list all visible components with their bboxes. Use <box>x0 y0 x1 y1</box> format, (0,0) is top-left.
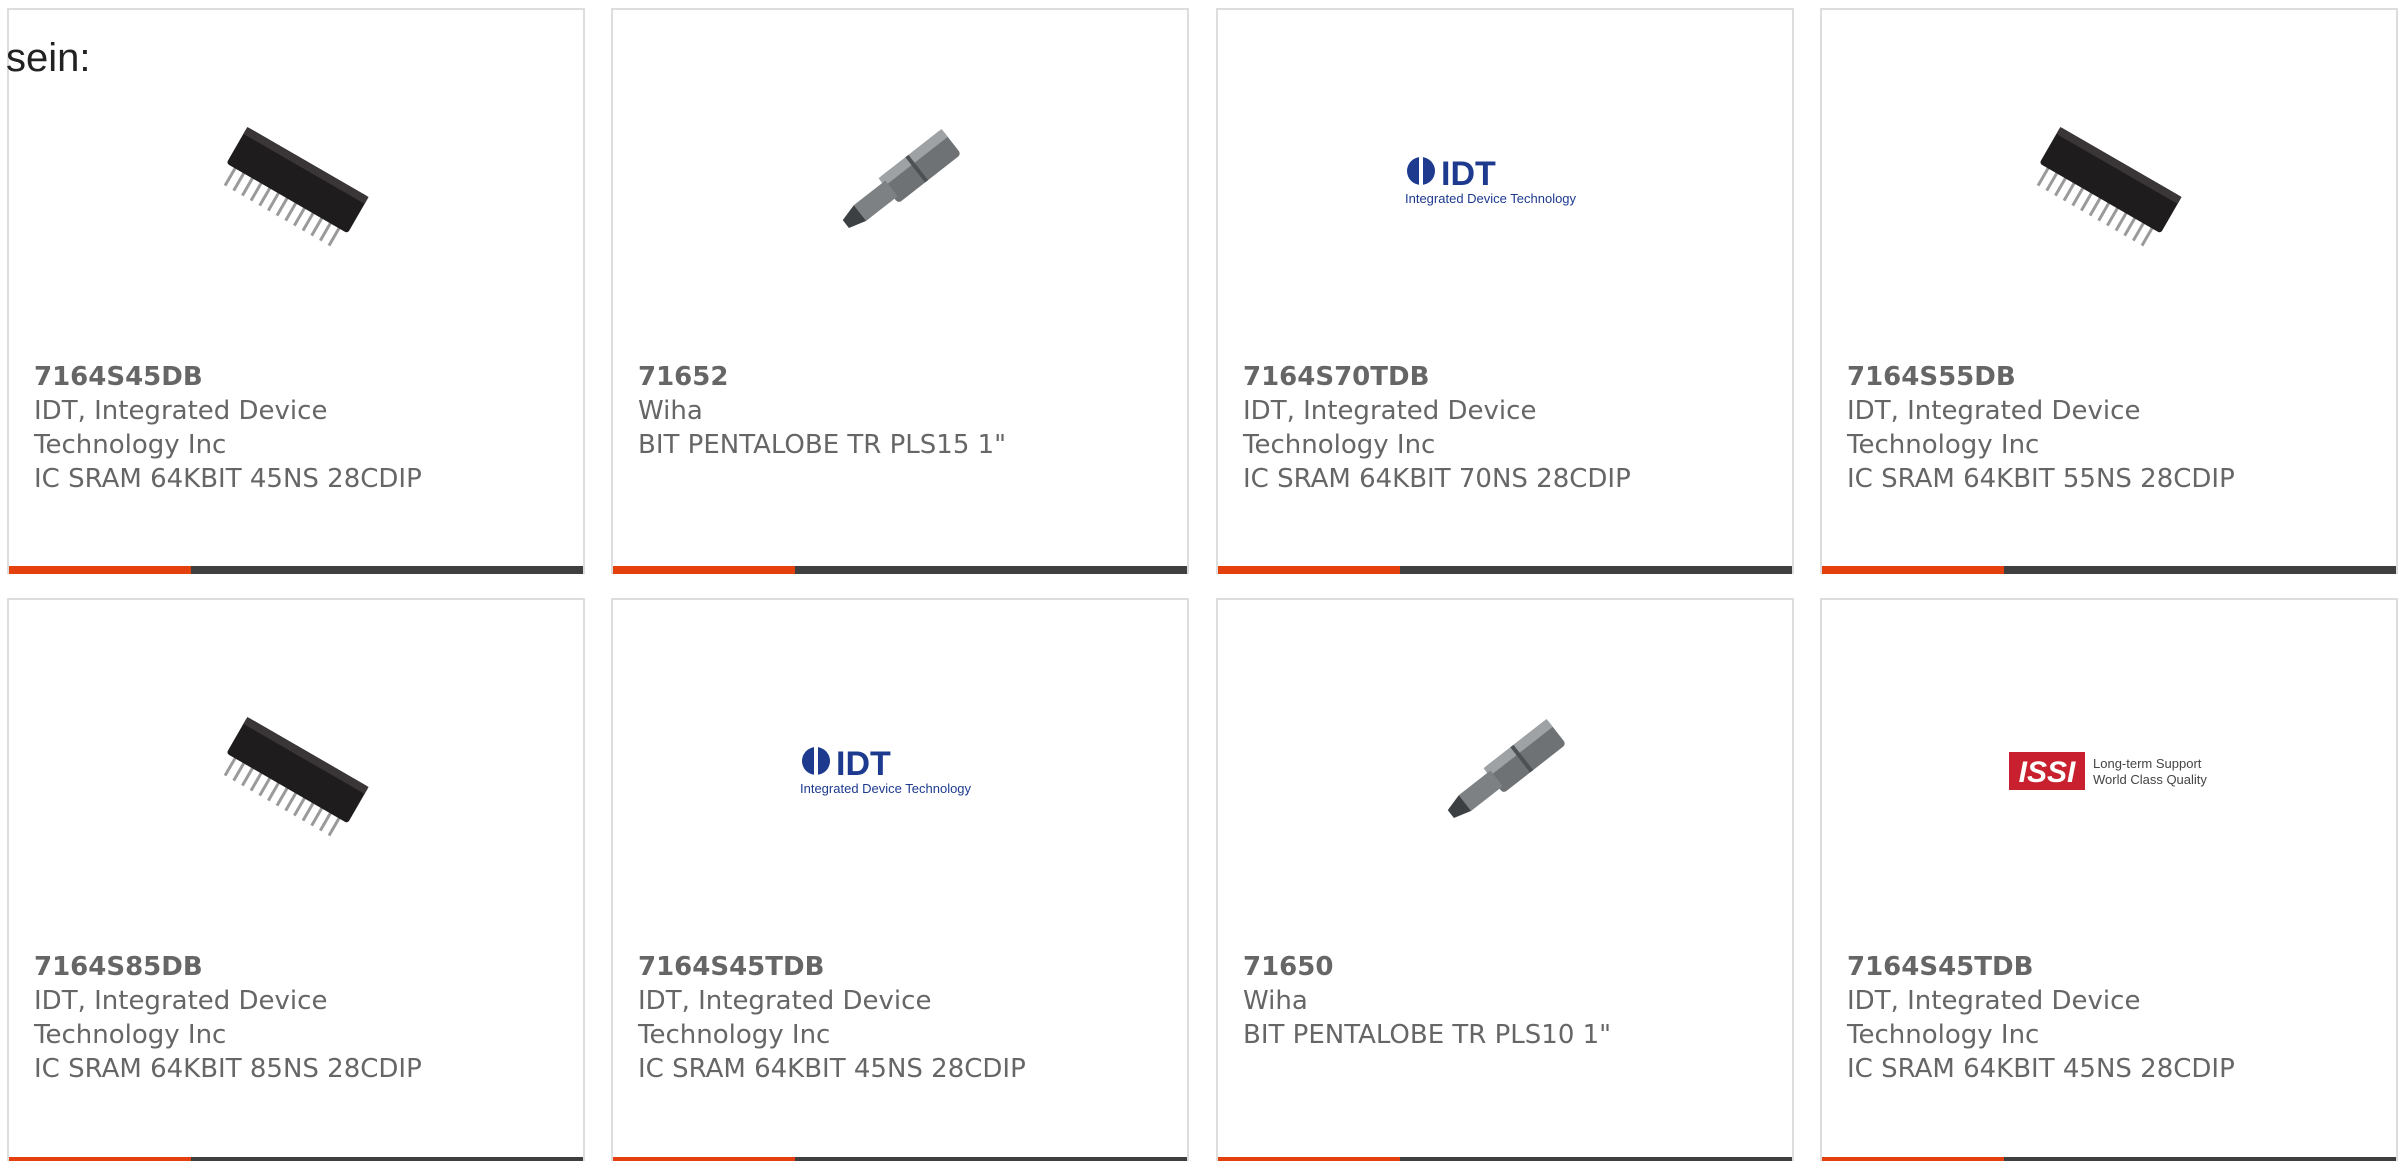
card-footer-bar <box>1218 566 1792 574</box>
part-number[interactable]: 71652 <box>638 360 1177 394</box>
part-number[interactable]: 7164S45TDB <box>1847 950 2386 984</box>
accent-stripe <box>1822 566 2004 574</box>
part-number[interactable]: 7164S45DB <box>34 360 573 394</box>
product-info: 7164S70TDB IDT, Integrated Device Techno… <box>1243 360 1782 496</box>
manufacturer: Wiha <box>638 396 703 426</box>
idt-logo-text: IDT <box>836 745 891 783</box>
description: IC SRAM 64KBIT 45NS 28CDIP <box>1847 1054 2235 1084</box>
description: IC SRAM 64KBIT 55NS 28CDIP <box>1847 464 2235 494</box>
idt-tagline: Integrated Device Technology <box>800 781 972 796</box>
card-footer-bar <box>1218 1157 1792 1161</box>
product-image[interactable] <box>2007 78 2213 284</box>
description: IC SRAM 64KBIT 70NS 28CDIP <box>1243 464 1631 494</box>
part-number[interactable]: 7164S85DB <box>34 950 573 984</box>
idt-logo: IDT Integrated Device Technology <box>1405 155 1577 206</box>
dip-chip-icon <box>223 716 369 837</box>
manufacturer: IDT, Integrated Device Technology Inc <box>638 986 932 1050</box>
description: IC SRAM 64KBIT 45NS 28CDIP <box>34 464 422 494</box>
card-footer-bar <box>9 566 583 574</box>
dip-chip-icon <box>2036 126 2182 247</box>
card-footer-bar <box>1822 1157 2396 1161</box>
manufacturer: IDT, Integrated Device Technology Inc <box>1243 396 1537 460</box>
product-image[interactable] <box>194 668 400 874</box>
description: BIT PENTALOBE TR PLS15 1" <box>638 430 1007 460</box>
product-info: 7164S45DB IDT, Integrated Device Technol… <box>34 360 573 496</box>
product-info: 71652 Wiha BIT PENTALOBE TR PLS15 1" <box>638 360 1177 462</box>
product-card[interactable]: 71650 Wiha BIT PENTALOBE TR PLS10 1" <box>1216 598 1794 1161</box>
screwdriver-bit-icon <box>842 128 960 229</box>
product-card[interactable]: ISSI Long-term Support World Class Quali… <box>1820 598 2398 1161</box>
product-image[interactable] <box>194 78 400 284</box>
accent-stripe <box>9 566 191 574</box>
issi-tagline-1: Long-term Support <box>2093 756 2202 771</box>
manufacturer: IDT, Integrated Device Technology Inc <box>34 396 328 460</box>
accent-stripe <box>9 1157 191 1161</box>
manufacturer: Wiha <box>1243 986 1308 1016</box>
part-number[interactable]: 7164S70TDB <box>1243 360 1782 394</box>
product-info: 7164S85DB IDT, Integrated Device Technol… <box>34 950 573 1086</box>
accent-stripe <box>613 566 795 574</box>
product-image[interactable]: IDT Integrated Device Technology <box>1403 78 1609 284</box>
product-card[interactable]: 7164S55DB IDT, Integrated Device Technol… <box>1820 8 2398 574</box>
accent-stripe <box>1822 1157 2004 1161</box>
intro-text: sein: <box>6 36 91 80</box>
product-image[interactable] <box>798 78 1004 284</box>
product-card[interactable]: IDT Integrated Device Technology 7164S70… <box>1216 8 1794 574</box>
issi-logo: ISSI Long-term Support World Class Quali… <box>2009 752 2207 790</box>
description: IC SRAM 64KBIT 85NS 28CDIP <box>34 1054 422 1084</box>
part-number[interactable]: 7164S45TDB <box>638 950 1177 984</box>
part-number[interactable]: 71650 <box>1243 950 1782 984</box>
manufacturer: IDT, Integrated Device Technology Inc <box>1847 986 2141 1050</box>
product-info: 7164S45TDB IDT, Integrated Device Techno… <box>1847 950 2386 1086</box>
product-image[interactable]: IDT Integrated Device Technology <box>798 668 1004 874</box>
product-image[interactable] <box>1403 668 1609 874</box>
product-card[interactable]: 7164S85DB IDT, Integrated Device Technol… <box>7 598 585 1161</box>
product-grid: 7164S45DB IDT, Integrated Device Technol… <box>0 0 2400 1161</box>
idt-logo: IDT Integrated Device Technology <box>800 745 972 796</box>
product-card[interactable]: 71652 Wiha BIT PENTALOBE TR PLS15 1" <box>611 8 1189 574</box>
card-footer-bar <box>9 1157 583 1161</box>
product-image[interactable]: ISSI Long-term Support World Class Quali… <box>2007 668 2213 874</box>
product-card[interactable]: 7164S45DB IDT, Integrated Device Technol… <box>7 8 585 574</box>
accent-stripe <box>1218 1157 1400 1161</box>
part-number[interactable]: 7164S55DB <box>1847 360 2386 394</box>
manufacturer: IDT, Integrated Device Technology Inc <box>34 986 328 1050</box>
product-info: 7164S45TDB IDT, Integrated Device Techno… <box>638 950 1177 1086</box>
issi-tagline-2: World Class Quality <box>2093 772 2207 787</box>
card-footer-bar <box>613 566 1187 574</box>
product-card[interactable]: IDT Integrated Device Technology 7164S45… <box>611 598 1189 1161</box>
product-info: 71650 Wiha BIT PENTALOBE TR PLS10 1" <box>1243 950 1782 1052</box>
card-footer-bar <box>613 1157 1187 1161</box>
idt-tagline: Integrated Device Technology <box>1405 191 1577 206</box>
description: IC SRAM 64KBIT 45NS 28CDIP <box>638 1054 1026 1084</box>
dip-chip-icon <box>223 126 369 247</box>
description: BIT PENTALOBE TR PLS10 1" <box>1243 1020 1612 1050</box>
card-footer-bar <box>1822 566 2396 574</box>
idt-logo-text: IDT <box>1441 155 1496 193</box>
manufacturer: IDT, Integrated Device Technology Inc <box>1847 396 2141 460</box>
screwdriver-bit-icon <box>1447 718 1565 819</box>
product-info: 7164S55DB IDT, Integrated Device Technol… <box>1847 360 2386 496</box>
accent-stripe <box>1218 566 1400 574</box>
accent-stripe <box>613 1157 795 1161</box>
issi-logo-text: ISSI <box>2019 756 2076 789</box>
